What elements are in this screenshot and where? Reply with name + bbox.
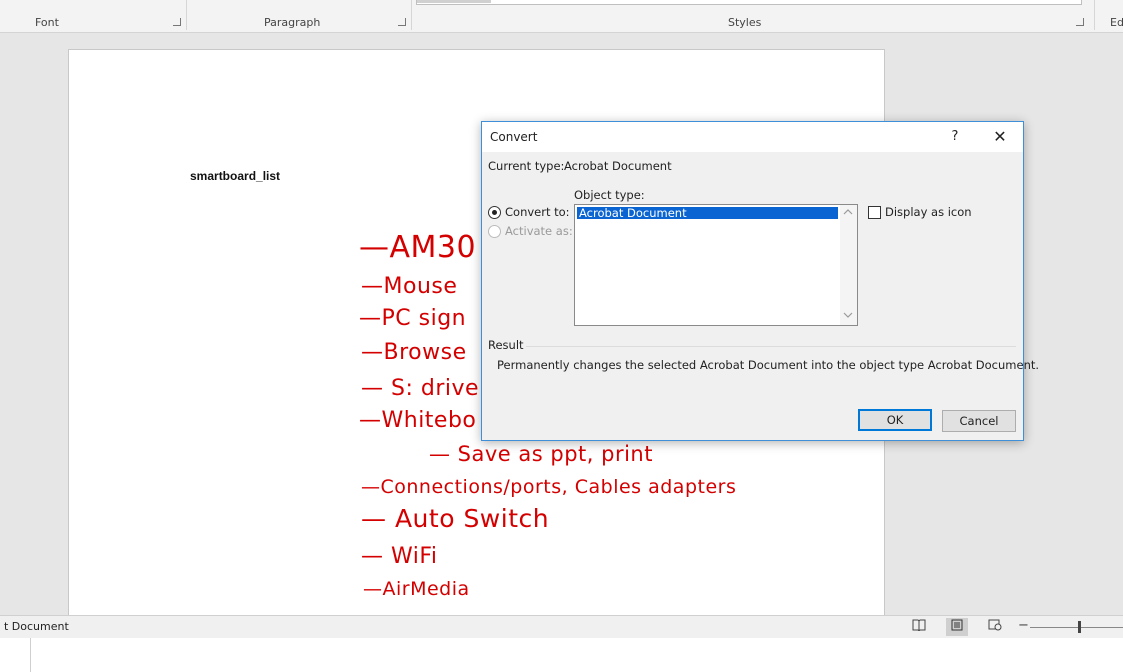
ribbon-separator xyxy=(1094,0,1095,30)
ribbon: Font Paragraph Styles Ed xyxy=(0,0,1123,33)
taskbar-area xyxy=(0,638,1123,672)
display-as-icon-checkbox[interactable] xyxy=(868,206,881,219)
list-item[interactable]: Acrobat Document xyxy=(576,206,839,220)
ribbon-separator xyxy=(186,0,187,30)
scroll-down-icon[interactable] xyxy=(843,311,853,320)
zoom-slider-track[interactable] xyxy=(1030,627,1123,628)
ink-line: —Whitebo xyxy=(359,408,477,433)
ink-line: —Connections/ports, Cables adapters xyxy=(361,476,737,498)
ink-line: — Auto Switch xyxy=(361,504,550,533)
result-divider xyxy=(526,346,1016,347)
current-type-value: Acrobat Document xyxy=(564,159,672,173)
ribbon-group-styles-label: Styles xyxy=(728,16,762,29)
styles-gallery-scroll-thumb xyxy=(417,0,491,3)
ribbon-separator xyxy=(411,0,412,30)
current-type-label: Current type: xyxy=(488,159,565,173)
ink-line: — S: drive xyxy=(361,376,480,401)
ok-button[interactable]: OK xyxy=(858,409,932,431)
convert-dialog: Convert ? ✕ Current type: Acrobat Docume… xyxy=(481,121,1039,441)
print-layout-icon[interactable] xyxy=(946,618,968,636)
paragraph-dialog-launcher-icon[interactable] xyxy=(398,18,406,26)
listbox-scrollbar[interactable] xyxy=(840,205,857,325)
convert-to-label[interactable]: Convert to: xyxy=(505,205,570,219)
activate-as-radio[interactable] xyxy=(488,225,501,238)
styles-gallery[interactable] xyxy=(416,0,1082,5)
object-type-label: Object type: xyxy=(574,188,645,202)
zoom-slider-thumb[interactable] xyxy=(1078,621,1081,633)
zoom-out-button[interactable]: − xyxy=(1018,618,1029,633)
ink-line: —AirMedia xyxy=(363,578,470,600)
ink-line: — Save as ppt, print xyxy=(429,442,653,466)
help-button[interactable]: ? xyxy=(944,126,966,148)
web-layout-icon[interactable] xyxy=(984,618,1006,636)
read-mode-icon[interactable] xyxy=(908,618,930,636)
styles-dialog-launcher-icon[interactable] xyxy=(1076,18,1084,26)
ink-line: — WiFi xyxy=(361,544,438,569)
font-dialog-launcher-icon[interactable] xyxy=(173,18,181,26)
result-label: Result xyxy=(488,338,524,352)
activate-as-label[interactable]: Activate as: xyxy=(505,224,573,238)
convert-to-radio[interactable] xyxy=(488,206,501,219)
object-type-listbox[interactable]: Acrobat Document xyxy=(574,204,858,326)
ink-line: —AM30 xyxy=(359,230,477,265)
status-bar: t Document − xyxy=(0,615,1123,638)
divider xyxy=(30,638,31,672)
ribbon-group-paragraph-label: Paragraph xyxy=(264,16,321,29)
ribbon-group-font-label: Font xyxy=(35,16,59,29)
dialog-titlebar[interactable]: Convert ? ✕ xyxy=(482,122,1023,152)
status-text: t Document xyxy=(4,620,69,633)
result-text: Permanently changes the selected Acrobat… xyxy=(497,358,1040,372)
scroll-up-icon[interactable] xyxy=(843,208,853,217)
ink-line: —Browse xyxy=(361,340,467,365)
ink-line: —Mouse xyxy=(361,274,458,299)
ink-line: —PC sign xyxy=(359,306,467,331)
ribbon-group-editing-label: Ed xyxy=(1110,16,1123,29)
document-title: smartboard_list xyxy=(190,169,281,183)
dialog-title: Convert xyxy=(490,130,538,144)
close-button[interactable]: ✕ xyxy=(987,126,1013,148)
cancel-button[interactable]: Cancel xyxy=(942,410,1016,432)
display-as-icon-label[interactable]: Display as icon xyxy=(885,205,972,219)
